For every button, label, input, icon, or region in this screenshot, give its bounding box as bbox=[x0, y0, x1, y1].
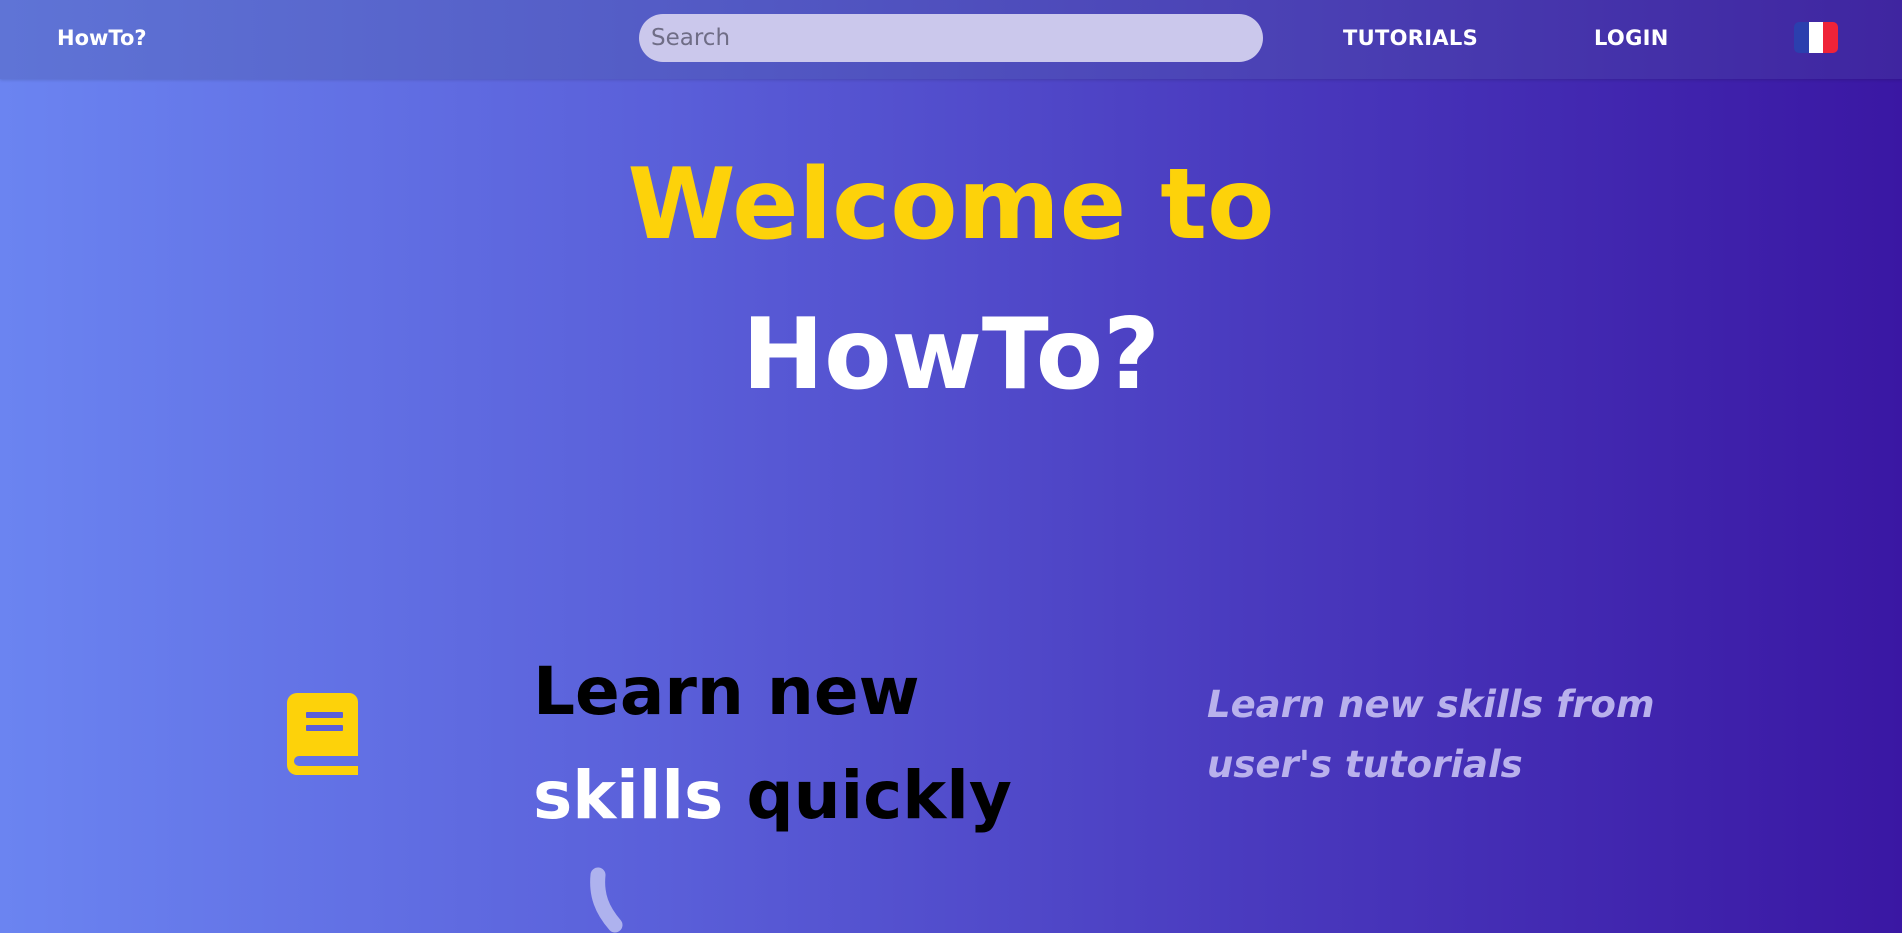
feature-subtitle-line1: Learn new skills from bbox=[1207, 683, 1655, 726]
brand-logo-link[interactable]: HowTo? bbox=[57, 26, 147, 50]
decorative-stroke bbox=[590, 867, 623, 933]
book-icon bbox=[287, 693, 358, 775]
hero-title-welcome: Welcome to bbox=[627, 148, 1275, 262]
france-flag-icon[interactable] bbox=[1794, 22, 1838, 53]
nav-login-link[interactable]: LOGIN bbox=[1594, 26, 1669, 50]
nav-tutorials-link[interactable]: TUTORIALS bbox=[1343, 26, 1478, 50]
feature-title-rest: quickly bbox=[723, 757, 1012, 834]
feature-subtitle-line2: user's tutorials bbox=[1207, 743, 1523, 786]
top-navbar: HowTo? TUTORIALS LOGIN bbox=[0, 0, 1902, 79]
hero-title-brand: HowTo? bbox=[742, 298, 1160, 412]
feature-title-line1: Learn new bbox=[533, 653, 920, 730]
feature-title: Learn new skills quickly bbox=[533, 640, 1012, 848]
feature-title-highlight: skills bbox=[533, 757, 724, 834]
feature-subtitle: Learn new skills from user's tutorials bbox=[1207, 675, 1687, 795]
search-input[interactable] bbox=[639, 14, 1263, 62]
